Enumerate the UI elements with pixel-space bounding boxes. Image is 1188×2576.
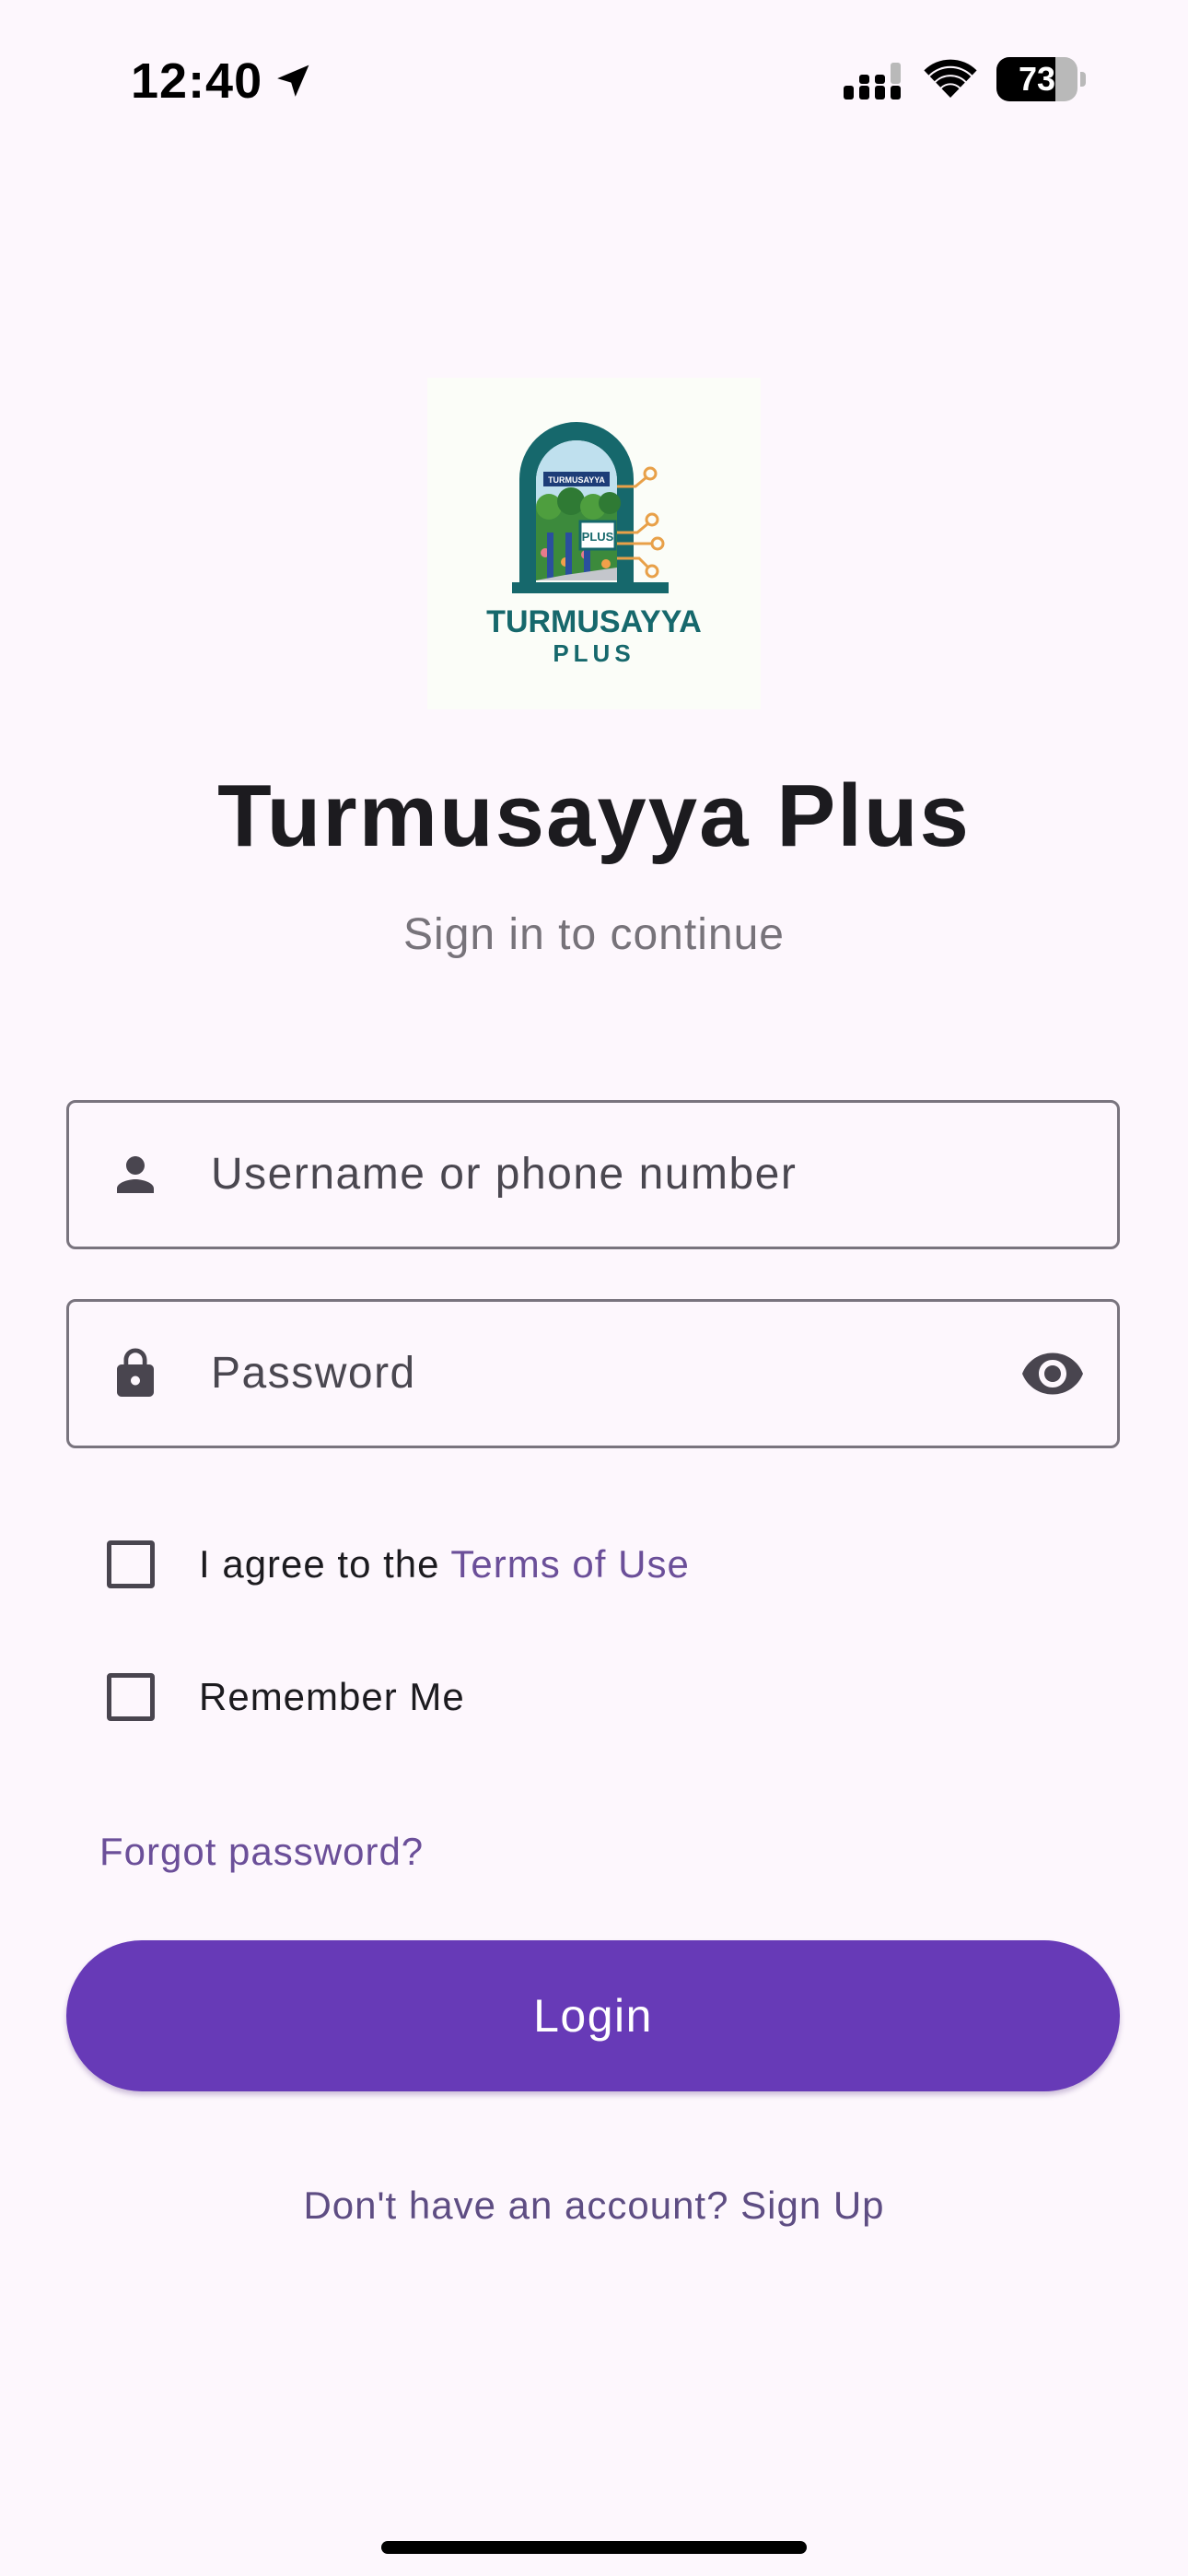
login-button[interactable]: Login [66, 1940, 1120, 2091]
home-indicator[interactable] [381, 2541, 807, 2554]
password-placeholder: Password [211, 1349, 416, 1398]
status-bar: 12:40 73 [0, 0, 1188, 157]
remember-me-checkbox[interactable] [107, 1673, 155, 1721]
page-subtitle: Sign in to continue [403, 910, 785, 959]
logo-sub-wordmark: PLUS [553, 639, 635, 667]
battery-icon: 73 [996, 57, 1087, 101]
wifi-icon [924, 59, 977, 98]
location-arrow-icon [277, 64, 309, 97]
username-input[interactable]: Username or phone number [66, 1100, 1120, 1249]
logo-badge-text: PLUS [582, 530, 614, 544]
username-placeholder: Username or phone number [211, 1150, 798, 1199]
eye-icon[interactable] [1019, 1346, 1086, 1401]
person-icon [117, 1156, 154, 1193]
lock-icon [117, 1348, 154, 1397]
signup-link[interactable]: Don't have an account? Sign Up [0, 2171, 1188, 2241]
terms-label-prefix: I agree to the [199, 1542, 451, 1586]
terms-label: I agree to the Terms of Use [199, 1535, 690, 1594]
app-logo: TURMUSAYYA PLUS TURMUSAYYA PLUS [427, 378, 761, 709]
terms-checkbox[interactable] [107, 1540, 155, 1588]
status-time: 12:40 [131, 53, 263, 109]
remember-me-label: Remember Me [199, 1675, 465, 1718]
battery-level: 73 [1018, 60, 1056, 98]
cellular-signal-icon [844, 63, 901, 100]
page-title: Turmusayya Plus [217, 767, 971, 865]
password-input[interactable]: Password [66, 1299, 1120, 1448]
terms-of-use-link[interactable]: Terms of Use [450, 1542, 689, 1586]
forgot-password-link[interactable]: Forgot password? [99, 1821, 424, 1883]
logo-banner-text: TURMUSAYYA [548, 475, 605, 485]
logo-wordmark: TURMUSAYYA [486, 604, 702, 639]
